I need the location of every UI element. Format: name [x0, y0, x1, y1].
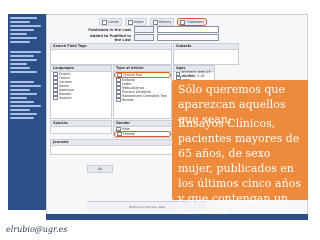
- go-button[interactable]: Go: [87, 165, 113, 173]
- type-of-article-panel: Type of Article Clinical Trial Editorial…: [113, 65, 172, 119]
- list-item[interactable]: Female: [114, 131, 171, 137]
- tab-clipboard[interactable]: Clipboard: [177, 18, 207, 26]
- bottom-bar: [46, 214, 308, 220]
- sidebar-section: [10, 17, 44, 43]
- published-input[interactable]: [157, 26, 219, 33]
- limits-tab-row: Limits Index History Clipboard: [99, 15, 207, 26]
- panel-title: Search Field Tags: [51, 44, 171, 50]
- published-in-last-row: Published in the Last: [83, 26, 219, 33]
- tab-history[interactable]: History: [149, 18, 175, 26]
- gender-panel: Gender Male Female: [113, 120, 172, 138]
- tab-index[interactable]: Index: [124, 18, 147, 26]
- slide: Limits Index History Clipboard Published…: [0, 0, 320, 240]
- added-in-last-row: Added to PubMed in the Last: [83, 33, 219, 42]
- callout-criteria-text: Ensayos Clínicos, pacientes mayores de 6…: [178, 117, 301, 220]
- pubmed-sidebar: [8, 14, 47, 210]
- explanation-callout: Sólo queremos que aparezcan aquellos que…: [172, 80, 308, 220]
- species-panel: Species: [50, 120, 112, 134]
- panel-title: Species: [51, 121, 111, 127]
- added-select[interactable]: [134, 34, 154, 41]
- subsets-panel: Subsets: [173, 43, 239, 65]
- field-label: Added to PubMed in the Last: [89, 33, 131, 42]
- added-input[interactable]: [157, 34, 219, 41]
- tab-limits[interactable]: Limits: [99, 18, 122, 26]
- search-field-tags-panel: Search Field Tags: [50, 43, 172, 65]
- list-item[interactable]: Review: [114, 97, 171, 103]
- panel-title: Subsets: [174, 44, 238, 50]
- languages-panel: Languages English French German Italian …: [50, 65, 112, 119]
- author-email: elrubio@ugr.es: [6, 225, 68, 234]
- sidebar-section: [10, 51, 44, 73]
- list-item[interactable]: Spanish: [51, 95, 111, 101]
- sidebar-section: [10, 81, 44, 119]
- field-label: Published in the Last: [88, 27, 131, 32]
- published-select[interactable]: [134, 26, 154, 33]
